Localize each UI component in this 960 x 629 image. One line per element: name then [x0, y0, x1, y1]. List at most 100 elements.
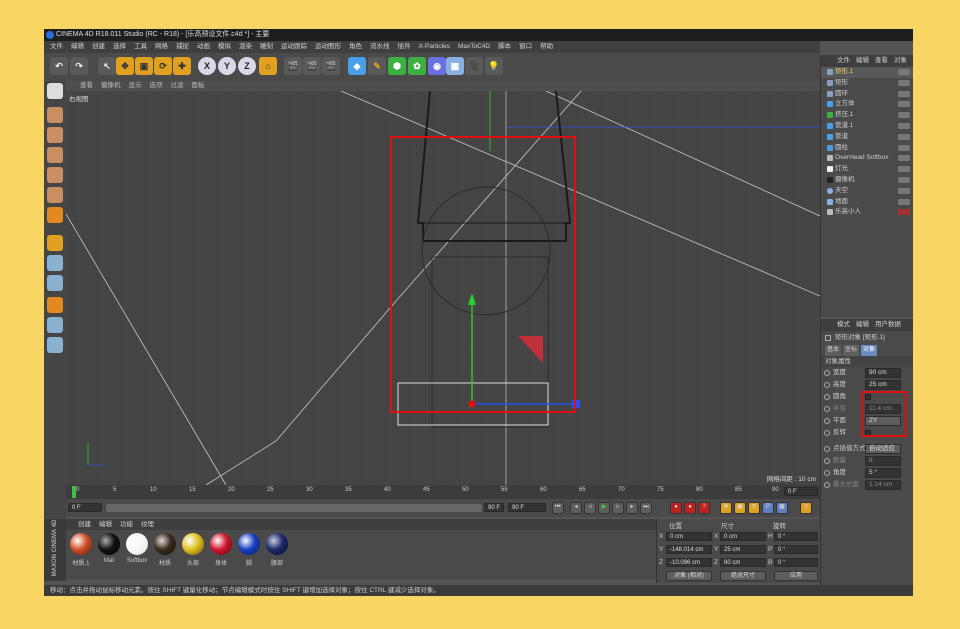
polygons-mode-icon[interactable]	[47, 207, 63, 223]
size-z-field[interactable]: 90 cm	[720, 558, 766, 567]
size-y-field[interactable]: 25 cm	[720, 545, 766, 554]
attribute-tab[interactable]: 模式	[837, 319, 850, 331]
menu-item[interactable]: 帮助	[540, 41, 553, 53]
array-icon[interactable]: ✿	[408, 57, 426, 75]
material-swatch[interactable]	[238, 533, 260, 555]
material-swatch[interactable]	[182, 533, 204, 555]
tweak-mode-icon[interactable]	[47, 255, 63, 271]
menu-item[interactable]: 模拟	[218, 41, 231, 53]
visibility-flags-icon[interactable]	[898, 166, 910, 173]
menu-item[interactable]: 工具	[134, 41, 147, 53]
menu-item[interactable]: 脚本	[498, 41, 511, 53]
object-tab[interactable]: 对象	[894, 55, 907, 67]
start-frame-field[interactable]: 0 F	[68, 503, 102, 512]
prev-key-button[interactable]: ◂	[570, 502, 582, 514]
keyframe-dot-icon[interactable]	[824, 370, 830, 376]
coord-mode-dropdown[interactable]: 对象 (相对)	[666, 571, 712, 581]
menu-item[interactable]: X-Particles	[419, 41, 450, 53]
workplane-icon[interactable]	[47, 147, 63, 163]
size-x-field[interactable]: 0 cm	[720, 532, 766, 541]
snap-icon[interactable]	[47, 275, 63, 291]
current-frame-field[interactable]: 0 F	[784, 487, 818, 496]
move-icon[interactable]: ✥	[116, 57, 134, 75]
object-row-rectangle-1[interactable]: 矩形.1	[821, 67, 913, 78]
object-tab[interactable]: 编辑	[856, 55, 869, 67]
menu-item[interactable]: 捕捉	[176, 41, 189, 53]
subtab-coord[interactable]: 坐标	[843, 345, 860, 356]
number-field[interactable]: 8	[865, 456, 901, 466]
attribute-tab[interactable]: 编辑	[856, 319, 869, 331]
range-end-field[interactable]: 90 F	[484, 503, 504, 512]
height-field[interactable]: 25 cm	[865, 380, 901, 390]
visibility-flags-icon[interactable]	[898, 69, 910, 75]
planar-workplane-icon[interactable]	[47, 317, 63, 333]
viewport-right[interactable]: 右视图 网格间距 : 10 cm	[66, 91, 820, 485]
rotation-h-field[interactable]: 0 °	[774, 532, 818, 541]
play-button[interactable]: ▶	[598, 502, 610, 514]
object-row[interactable]: 管道	[821, 132, 913, 143]
material-tab[interactable]: 创建	[78, 519, 91, 530]
material-swatch[interactable]	[266, 533, 288, 555]
material-swatch[interactable]	[210, 533, 232, 555]
viewport-menu-item[interactable]: 查看	[80, 81, 93, 91]
x-axis-icon[interactable]: X	[198, 57, 216, 75]
angle-field[interactable]: 5 °	[865, 468, 901, 478]
y-axis-icon[interactable]: Y	[218, 57, 236, 75]
material-tab[interactable]: 编辑	[99, 519, 112, 530]
keyframe-dot-icon[interactable]	[824, 418, 830, 424]
apply-button[interactable]: 应用	[774, 571, 818, 581]
object-row[interactable]: 地面	[821, 197, 913, 208]
material-swatch[interactable]	[98, 533, 120, 555]
viewport-menu-item[interactable]: 显示	[129, 81, 142, 91]
texture-mode-icon[interactable]	[47, 127, 63, 143]
light-icon[interactable]: 💡	[485, 57, 503, 75]
keyframe-dot-icon[interactable]	[824, 394, 830, 400]
position-x-field[interactable]: 0 cm	[666, 532, 712, 541]
cube-icon[interactable]: ◆	[348, 57, 366, 75]
add-icon[interactable]: ✚	[173, 57, 191, 75]
deformer-icon[interactable]: ◉	[428, 57, 446, 75]
visibility-flags-icon[interactable]	[898, 198, 910, 205]
key-scale-button[interactable]: ▣	[734, 502, 746, 514]
end-frame-field[interactable]: 90 F	[508, 503, 546, 512]
material-swatch[interactable]	[70, 533, 92, 555]
next-frame-button[interactable]: ▹	[612, 502, 624, 514]
keyframe-dot-icon[interactable]	[824, 430, 830, 436]
menu-item[interactable]: 插件	[398, 41, 411, 53]
subdivision-icon[interactable]: ⬢	[388, 57, 406, 75]
viewport-menu-item[interactable]: 过滤	[171, 81, 184, 91]
points-mode-icon[interactable]	[47, 167, 63, 183]
visibility-flags-icon[interactable]	[898, 133, 910, 140]
object-tab[interactable]: 查看	[875, 55, 888, 67]
timeline-ruler[interactable]: 0 5 10 15 20 25 30 35 40 45 50 55 60 65 …	[66, 485, 820, 499]
keyframe-dot-icon[interactable]	[824, 406, 830, 412]
scale-icon[interactable]: ▣	[135, 57, 153, 75]
rotate-icon[interactable]: ⟳	[154, 57, 172, 75]
menu-item[interactable]: 网格	[155, 41, 168, 53]
keyframe-selection-button[interactable]: ?	[698, 502, 710, 514]
object-row[interactable]: 天空	[821, 186, 913, 197]
prev-frame-button[interactable]: ◃	[584, 502, 596, 514]
viewport-menu-item[interactable]: 选项	[150, 81, 163, 91]
next-key-button[interactable]: ▸	[626, 502, 638, 514]
menu-item[interactable]: 运动图形	[315, 41, 341, 53]
size-mode-dropdown[interactable]: 绝对尺寸	[720, 571, 766, 581]
lock-workplane-icon[interactable]	[47, 297, 63, 313]
key-rotation-button[interactable]: ⟳	[748, 502, 760, 514]
undo-icon[interactable]: ↶	[50, 57, 68, 75]
render-picture-icon[interactable]: 🎬	[303, 57, 321, 75]
position-z-field[interactable]: -10.096 cm	[666, 558, 712, 567]
visibility-flags-icon[interactable]	[898, 122, 910, 129]
rotation-b-field[interactable]: 0 °	[774, 558, 818, 567]
floor-icon[interactable]: ▦	[446, 57, 464, 75]
axis-mode-icon[interactable]	[47, 235, 63, 251]
keyframe-dot-icon[interactable]	[824, 458, 830, 464]
model-mode-icon[interactable]	[47, 107, 63, 123]
menu-item[interactable]: 角色	[349, 41, 362, 53]
keyframe-dot-icon[interactable]	[824, 470, 830, 476]
visibility-flags-icon[interactable]	[898, 176, 910, 183]
visibility-flags-icon[interactable]	[898, 79, 910, 86]
quantize-icon[interactable]	[47, 337, 63, 353]
go-to-start-button[interactable]: ⏮	[552, 502, 564, 514]
viewport-menu-item[interactable]: 面板	[192, 81, 205, 91]
